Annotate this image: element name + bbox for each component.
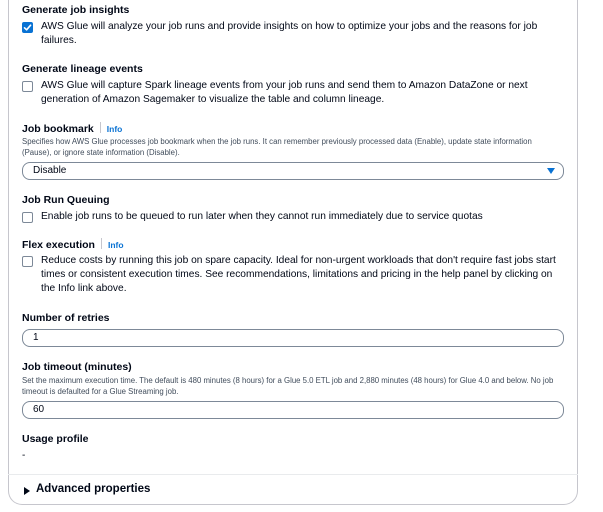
job-insights-checkbox[interactable] [22,22,33,33]
bookmark-info-link[interactable]: Info [107,124,123,134]
bookmark-selected-value: Disable [33,165,67,176]
retries-label: Number of retries [22,312,110,324]
queuing-description: Enable job runs to be queued to run late… [41,211,483,222]
flex-info-link[interactable]: Info [108,240,124,250]
retries-value: 1 [33,332,39,343]
lineage-checkbox[interactable] [22,81,33,92]
job-details-panel [8,0,578,505]
bookmark-label-row: Job bookmark Info [22,122,122,135]
flex-label-row: Flex execution Info [22,238,124,251]
flex-checkbox[interactable] [22,256,33,267]
checkmark-icon [23,24,32,31]
lineage-description: AWS Glue will capture Spark lineage even… [41,80,528,105]
job-insights-description: AWS Glue will analyze your job runs and … [41,21,538,46]
info-separator [100,238,102,249]
timeout-description: Set the maximum execution time. The defa… [22,376,554,396]
bookmark-description: Specifies how AWS Glue processes job boo… [22,137,532,157]
advanced-properties-toggle[interactable]: Advanced properties [36,483,150,495]
queuing-label: Job Run Queuing [22,194,110,206]
usage-profile-value: - [22,450,26,461]
job-insights-checkbox-row[interactable]: AWS Glue will analyze your job runs and … [22,20,561,48]
timeout-label: Job timeout (minutes) [22,361,132,373]
caret-right-icon[interactable] [24,487,30,495]
job-insights-label: Generate job insights [22,4,130,16]
retries-input[interactable]: 1 [22,329,564,347]
queuing-checkbox[interactable] [22,212,33,223]
lineage-label: Generate lineage events [22,63,143,75]
bookmark-select[interactable]: Disable [22,162,564,180]
flex-description: Reduce costs by running this job on spar… [41,255,556,294]
usage-profile-label: Usage profile [22,433,89,445]
section-divider [8,474,578,475]
lineage-checkbox-row[interactable]: AWS Glue will capture Spark lineage even… [22,79,561,107]
bookmark-label: Job bookmark [22,123,94,135]
queuing-checkbox-row[interactable]: Enable job runs to be queued to run late… [22,210,561,224]
info-separator [99,122,101,133]
caret-down-icon [547,168,555,174]
timeout-value: 60 [33,404,45,415]
flex-checkbox-row[interactable]: Reduce costs by running this job on spar… [22,254,561,296]
flex-label: Flex execution [22,239,95,251]
timeout-input[interactable]: 60 [22,401,564,419]
